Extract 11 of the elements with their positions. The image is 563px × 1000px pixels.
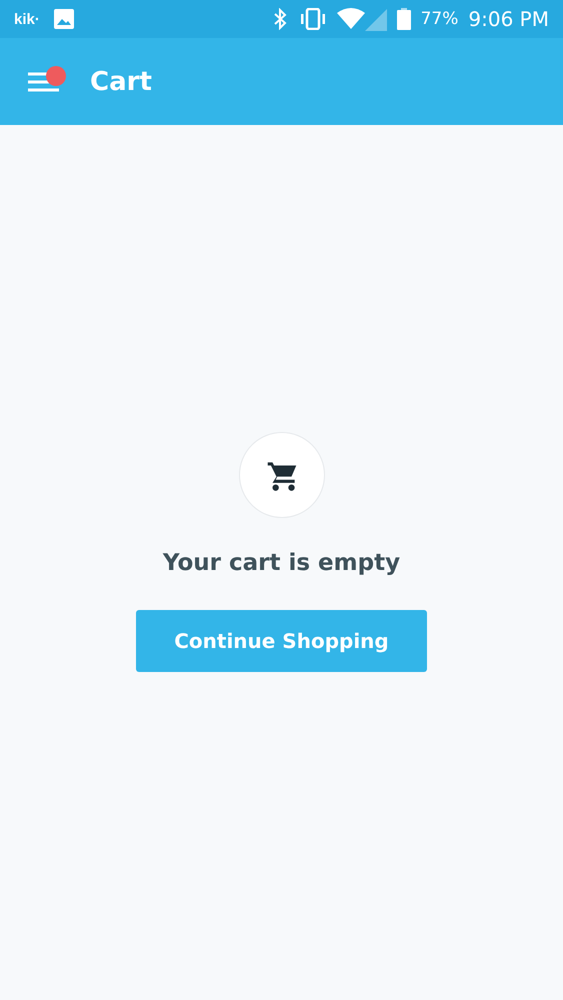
battery-icon xyxy=(396,8,411,30)
page-title: Cart xyxy=(90,66,152,96)
continue-shopping-button[interactable]: Continue Shopping xyxy=(136,610,427,672)
menu-icon xyxy=(28,70,59,92)
empty-message: Your cart is empty xyxy=(162,550,400,576)
battery-percentage: 77% xyxy=(420,9,458,29)
app-notification-text: kik· xyxy=(14,10,40,28)
signal-icon xyxy=(336,7,387,31)
vibrate-icon xyxy=(298,8,327,30)
clock-time: 9:06 PM xyxy=(468,7,549,31)
image-icon xyxy=(54,9,74,29)
